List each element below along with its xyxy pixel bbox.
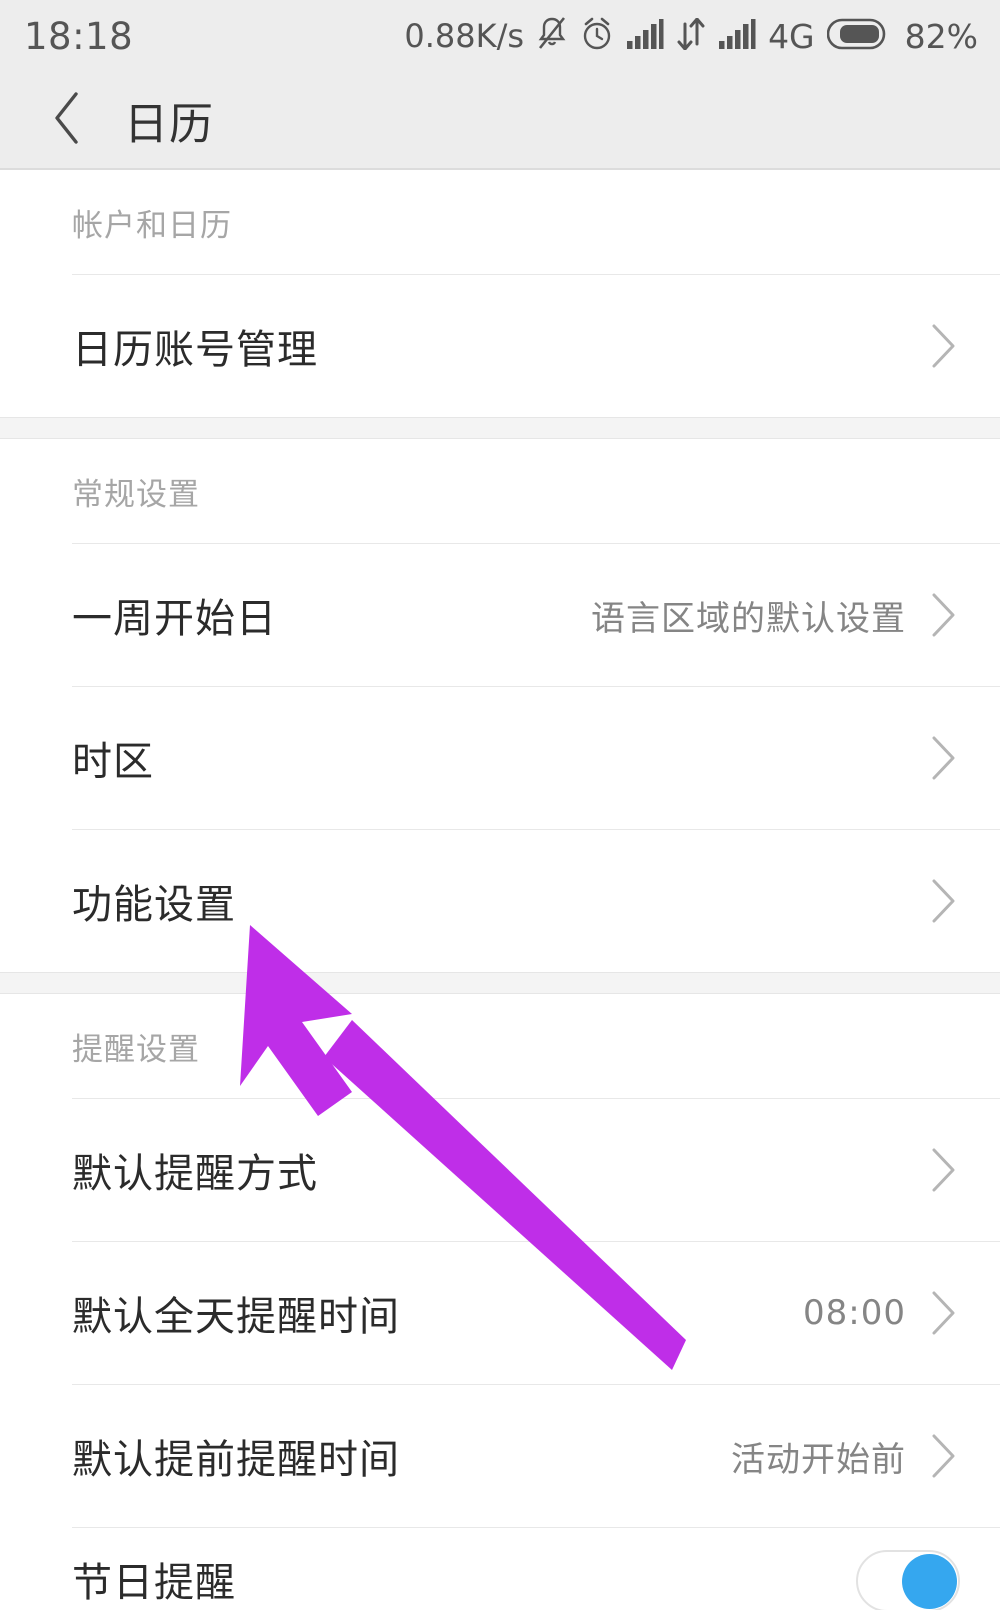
network-speed-label: 0.88K/s [404,17,525,55]
item-right-group [926,322,960,370]
item-label: 默认提前提醒时间 [72,1437,400,1483]
section-title: 常规设置 [72,476,200,513]
data-transfer-icon [676,17,706,54]
item-label: 时区 [72,739,154,785]
list-item-time-zone[interactable]: 时区 [0,687,1000,829]
chevron-right-icon [926,591,960,639]
item-value: 语言区域的默认设置 [591,598,906,639]
list-item-default-reminder-method[interactable]: 默认提醒方式 [0,1099,1000,1241]
back-button[interactable] [38,91,96,149]
battery-percent-label: 82% [904,16,978,56]
list-item-holiday-reminder[interactable]: 节日提醒 [0,1528,1000,1610]
item-label: 一周开始日 [72,596,277,642]
status-icons-group: 0.88K/s 4G 82% [404,16,978,56]
app-header: 日历 [0,72,1000,170]
item-label: 默认提醒方式 [72,1151,318,1197]
section-title: 提醒设置 [72,1031,200,1068]
chevron-right-icon [926,322,960,370]
section-header: 常规设置 [0,439,1000,543]
item-right-group: 语言区域的默认设置 [591,591,960,640]
section-separator [0,972,1000,994]
section-accounts-and-calendars: 帐户和日历 日历账号管理 [0,170,1000,417]
section-header: 帐户和日历 [0,170,1000,274]
toggle-knob [902,1554,957,1609]
holiday-reminder-toggle[interactable] [856,1550,960,1610]
alarm-clock-icon [580,16,614,56]
list-item-feature-settings[interactable]: 功能设置 [0,830,1000,972]
page-title: 日历 [124,99,214,150]
section-general-settings: 常规设置 一周开始日 语言区域的默认设置 时区 功能设置 [0,439,1000,972]
item-label: 功能设置 [72,882,236,928]
list-item-default-allday-reminder-time[interactable]: 默认全天提醒时间 08:00 [0,1242,1000,1384]
signal-bars-icon [626,18,664,54]
item-right-group [926,1146,960,1194]
list-item-default-advance-reminder-time[interactable]: 默认提前提醒时间 活动开始前 [0,1385,1000,1527]
item-label: 节日提醒 [72,1560,236,1606]
phone-screen: 18:18 0.88K/s 4G 82% 日历 帐户和日历 日历账号管理 常规设… [0,0,1000,1610]
chevron-right-icon [926,1432,960,1480]
item-value: 活动开始前 [731,1439,906,1480]
item-right-group: 08:00 [803,1289,960,1337]
chevron-right-icon [926,734,960,782]
item-value: 08:00 [803,1293,906,1333]
signal-bars-2-icon [718,18,756,54]
list-item-calendar-account-management[interactable]: 日历账号管理 [0,275,1000,417]
section-separator [0,417,1000,439]
list-item-week-start-day[interactable]: 一周开始日 语言区域的默认设置 [0,544,1000,686]
chevron-left-icon [50,90,84,150]
chevron-right-icon [926,1146,960,1194]
section-title: 帐户和日历 [72,207,232,244]
item-right-group: 活动开始前 [731,1432,960,1481]
item-right-group [926,877,960,925]
item-right-group [926,734,960,782]
settings-list: 帐户和日历 日历账号管理 常规设置 一周开始日 语言区域的默认设置 时区 功能设… [0,170,1000,1610]
chevron-right-icon [926,1289,960,1337]
silent-bell-icon [536,16,568,56]
item-label: 日历账号管理 [72,327,318,373]
item-label: 默认全天提醒时间 [72,1294,400,1340]
status-time: 18:18 [24,14,134,58]
section-header: 提醒设置 [0,994,1000,1098]
chevron-right-icon [926,877,960,925]
battery-icon [826,17,889,55]
section-reminder-settings: 提醒设置 默认提醒方式 默认全天提醒时间 08:00 默认提前提醒时间 活动开始… [0,994,1000,1610]
status-bar: 18:18 0.88K/s 4G 82% [0,0,1000,72]
network-type-label: 4G [768,16,815,56]
item-right-group [856,1550,960,1610]
